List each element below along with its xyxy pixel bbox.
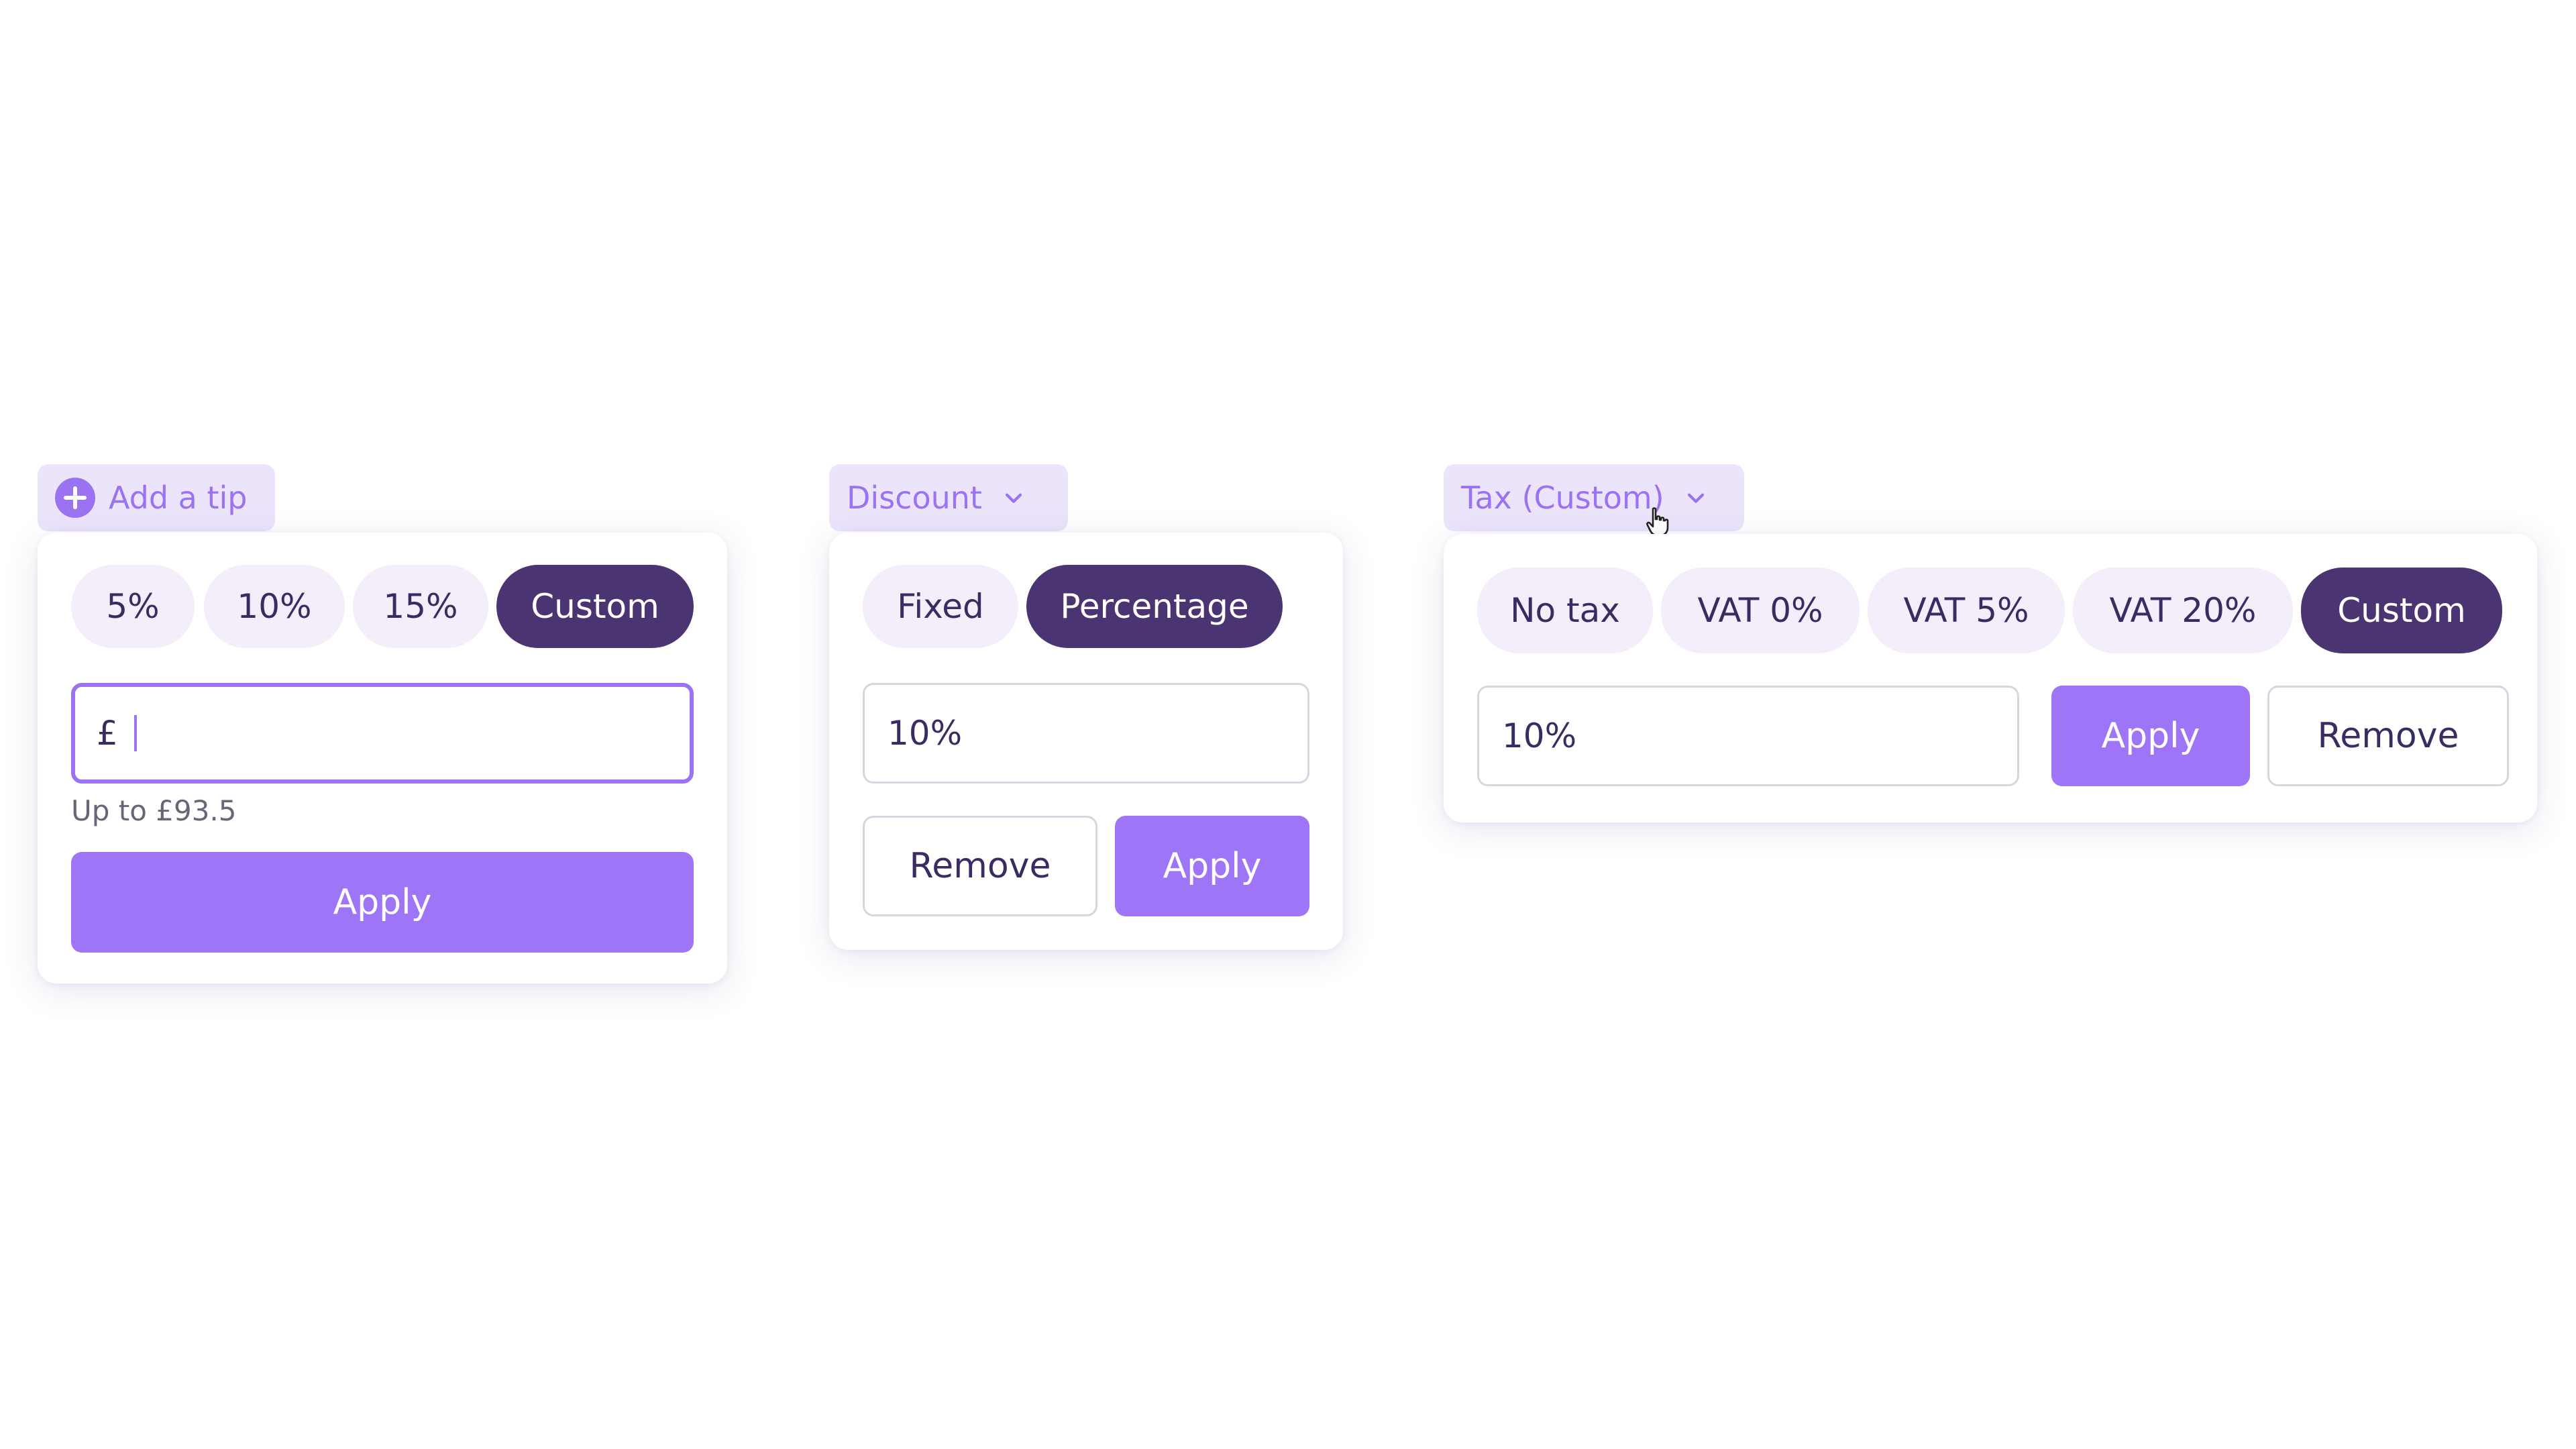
tip-option-15[interactable]: 15% bbox=[353, 565, 488, 648]
plus-circle-icon bbox=[55, 478, 95, 518]
tax-remove-button[interactable]: Remove bbox=[2267, 686, 2509, 786]
tax-option-vat-5[interactable]: VAT 5% bbox=[1868, 568, 2065, 653]
hand-pointer-icon bbox=[1646, 507, 1669, 537]
currency-symbol: £ bbox=[97, 714, 118, 753]
tax-trigger[interactable]: Tax (Custom) bbox=[1444, 464, 1744, 531]
chevron-down-icon bbox=[1687, 493, 1704, 503]
discount-trigger[interactable]: Discount bbox=[829, 464, 1068, 531]
tip-option-custom[interactable]: Custom bbox=[496, 565, 694, 648]
discount-card-body: Fixed Percentage 10% Remove Apply bbox=[829, 533, 1343, 950]
tip-option-10[interactable]: 10% bbox=[204, 565, 345, 648]
tax-card: No tax VAT 0% VAT 5% VAT 20% Custom 10% … bbox=[1444, 534, 2537, 822]
discount-apply-button[interactable]: Apply bbox=[1115, 816, 1309, 916]
add-tip-label: Add a tip bbox=[109, 480, 248, 516]
tax-value-input[interactable]: 10% bbox=[1477, 686, 2019, 786]
discount-trigger-label: Discount bbox=[847, 480, 982, 516]
tax-option-vat-0[interactable]: VAT 0% bbox=[1661, 568, 1860, 653]
tax-apply-button[interactable]: Apply bbox=[2051, 686, 2250, 786]
tax-option-custom[interactable]: Custom bbox=[2301, 568, 2502, 653]
tax-option-no-tax[interactable]: No tax bbox=[1477, 568, 1653, 653]
discount-input-value: 10% bbox=[888, 714, 963, 753]
chevron-down-icon bbox=[1005, 493, 1022, 503]
tax-input-value: 10% bbox=[1502, 716, 1577, 755]
tip-option-5[interactable]: 5% bbox=[71, 565, 195, 648]
tip-card: 5% 10% 15% Custom £ Up to £93.5 Apply bbox=[38, 533, 727, 983]
text-caret bbox=[133, 715, 137, 751]
add-tip-trigger[interactable]: Add a tip bbox=[38, 464, 275, 531]
discount-value-input[interactable]: 10% bbox=[863, 683, 1309, 784]
tip-helper-text: Up to £93.5 bbox=[71, 794, 237, 827]
tip-amount-input[interactable]: £ bbox=[71, 683, 694, 784]
tip-apply-button[interactable]: Apply bbox=[71, 852, 694, 953]
discount-option-fixed[interactable]: Fixed bbox=[863, 565, 1018, 648]
tax-trigger-label: Tax (Custom) bbox=[1461, 480, 1664, 516]
discount-option-percentage[interactable]: Percentage bbox=[1026, 565, 1283, 648]
discount-remove-button[interactable]: Remove bbox=[863, 816, 1097, 916]
tax-option-vat-20[interactable]: VAT 20% bbox=[2073, 568, 2293, 653]
